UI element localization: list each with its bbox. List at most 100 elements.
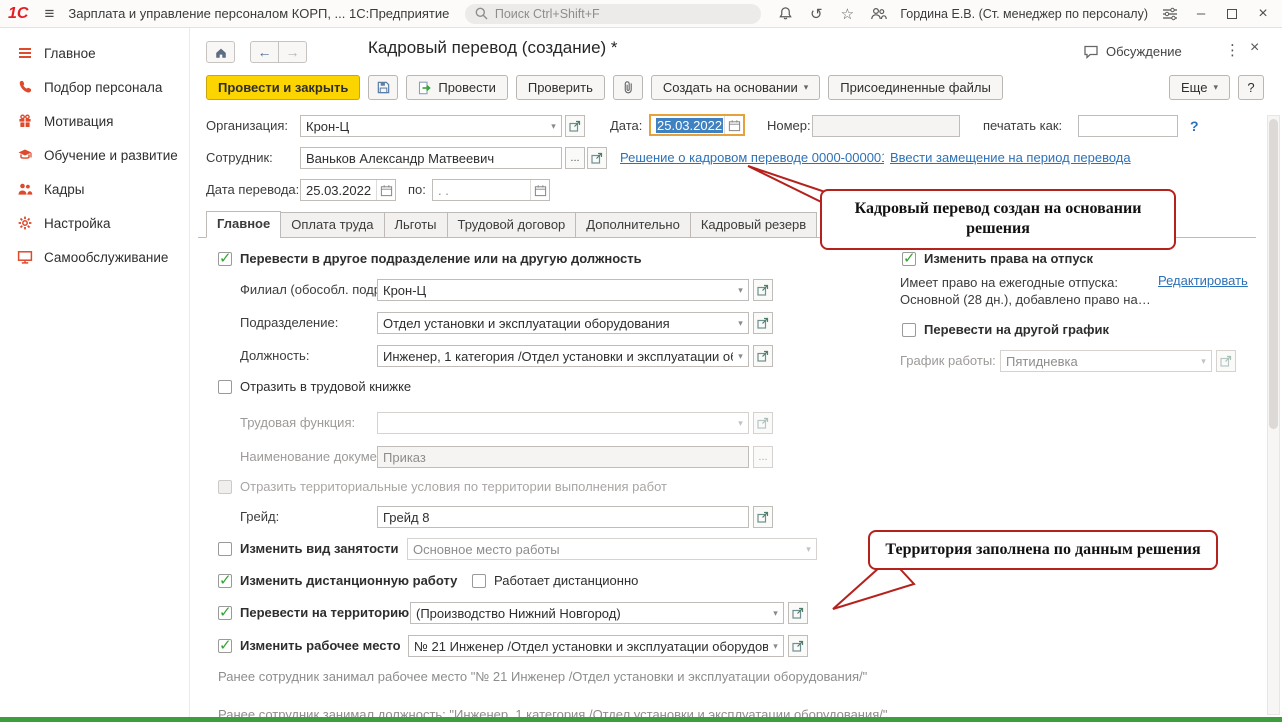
workplace-open-button[interactable] (788, 635, 808, 657)
transfer-date-field[interactable]: 25.03.2022 (300, 179, 396, 201)
forward-button[interactable]: → (278, 41, 307, 63)
territory-field[interactable]: (Производство Нижний Новгород) ▾ (410, 602, 784, 624)
open-icon (757, 350, 769, 362)
tab-reserve[interactable]: Кадровый резерв (689, 212, 818, 238)
attach-button[interactable] (612, 75, 643, 100)
open-icon (792, 640, 804, 652)
page-title: Кадровый перевод (создание) * (368, 38, 618, 57)
save-icon (377, 81, 390, 94)
date-field[interactable]: 25.03.2022 (649, 114, 745, 136)
tab-salary[interactable]: Оплата труда (280, 212, 385, 238)
sidebar-item-recruitment[interactable]: Подбор персонала (0, 70, 189, 104)
organization-field[interactable]: Крон-Ц ▾ (300, 115, 562, 137)
change-vacation-checkbox[interactable] (902, 249, 916, 267)
discussion-button[interactable]: Обсуждение (1083, 44, 1182, 59)
more-button[interactable]: Еще ▾ (1169, 75, 1230, 100)
edit-vacations-link[interactable]: Редактировать (1158, 272, 1248, 290)
attached-files-button[interactable]: Присоединенные файлы (828, 75, 1003, 100)
branch-label: Филиал (обособл. подр.): (240, 282, 393, 297)
transfer-date-to-field[interactable]: . . (432, 179, 550, 201)
settings-sliders-icon[interactable] (1161, 6, 1179, 22)
open-icon (792, 607, 804, 619)
tab-bar: Главное Оплата труда Льготы Трудовой дог… (206, 211, 818, 238)
change-schedule-checkbox[interactable] (902, 323, 916, 337)
users-icon[interactable] (869, 6, 887, 22)
grade-field[interactable]: Грейд 8 (377, 506, 749, 528)
post-button[interactable]: Провести (406, 75, 508, 100)
sidebar-item-settings[interactable]: Настройка (0, 206, 189, 240)
back-icon: ← (257, 44, 272, 60)
check-button[interactable]: Проверить (515, 75, 605, 100)
dropdown-icon[interactable]: ▾ (768, 641, 783, 652)
branch-open-button[interactable] (753, 279, 773, 301)
history-icon[interactable]: ↺ (807, 6, 825, 23)
branch-field[interactable]: Крон-Ц ▾ (377, 279, 749, 301)
department-field[interactable]: Отдел установки и эксплуатации оборудова… (377, 312, 749, 334)
workplace-field[interactable]: № 21 Инженер /Отдел установки и эксплуат… (408, 635, 784, 657)
save-button[interactable] (368, 75, 399, 100)
sidebar-item-motivation[interactable]: Мотивация (0, 104, 189, 138)
home-button[interactable] (206, 41, 235, 63)
tab-benefits[interactable]: Льготы (383, 212, 448, 238)
tab-additional[interactable]: Дополнительно (575, 212, 691, 238)
tab-main[interactable]: Главное (206, 211, 282, 238)
workbook-checkbox[interactable] (218, 380, 232, 394)
window-close-button[interactable]: × (1254, 5, 1272, 22)
print-as-field[interactable] (1078, 115, 1178, 137)
works-remotely-checkbox[interactable] (472, 574, 486, 588)
sidebar-item-label: Главное (44, 45, 96, 61)
employment-type-label: Изменить вид занятости (240, 541, 399, 556)
department-open-button[interactable] (753, 312, 773, 334)
workplace-checkbox[interactable] (218, 636, 232, 654)
main-menu-icon[interactable]: ≡ (42, 4, 68, 24)
sidebar-item-self-service[interactable]: Самообслуживание (0, 240, 189, 274)
dropdown-icon[interactable]: ▾ (733, 351, 748, 362)
territory-open-button[interactable] (788, 602, 808, 624)
dropdown-icon[interactable]: ▾ (733, 318, 748, 329)
window-maximize-button[interactable] (1223, 6, 1241, 22)
substitution-link[interactable]: Ввести замещение на период перевода (890, 147, 1131, 169)
position-field[interactable]: Инженер, 1 категория /Отдел установки и … (377, 345, 749, 367)
print-as-help-link[interactable]: ? (1190, 118, 1199, 134)
employee-label: Сотрудник: (206, 150, 273, 165)
window-minimize-button[interactable]: – (1192, 5, 1210, 22)
sidebar-item-label: Обучение и развитие (44, 147, 178, 163)
decision-link[interactable]: Решение о кадровом переводе 0000-000001 … (620, 147, 884, 169)
calendar-icon[interactable] (530, 180, 549, 200)
dropdown-icon[interactable]: ▾ (546, 121, 561, 132)
grade-open-button[interactable] (753, 506, 773, 528)
form-close-button[interactable]: × (1250, 39, 1259, 57)
help-button[interactable]: ? (1238, 75, 1264, 100)
paperclip-icon (625, 81, 633, 94)
dropdown-icon[interactable]: ▾ (768, 608, 783, 619)
territory-checkbox[interactable] (218, 603, 232, 621)
transfer-checkbox[interactable] (218, 249, 232, 267)
calendar-icon[interactable] (376, 180, 395, 200)
global-search-input[interactable]: Поиск Ctrl+Shift+F (464, 3, 761, 24)
favorites-star-icon[interactable]: ☆ (838, 6, 856, 23)
back-button[interactable]: ← (250, 41, 279, 63)
remote-work-checkbox[interactable] (218, 571, 232, 589)
employee-open-button[interactable] (587, 147, 607, 169)
scrollbar-thumb[interactable] (1269, 119, 1278, 429)
tab-contract[interactable]: Трудовой договор (446, 212, 577, 238)
more-menu-icon[interactable]: ⋮ (1225, 41, 1240, 59)
organization-open-button[interactable] (565, 115, 585, 137)
employee-choose-button[interactable]: ... (565, 147, 585, 169)
dropdown-icon[interactable]: ▾ (733, 285, 748, 296)
employment-type-checkbox[interactable] (218, 542, 232, 556)
gift-icon (16, 113, 34, 129)
calendar-icon[interactable] (724, 116, 743, 134)
create-based-on-label: Создать на основании (662, 80, 798, 95)
sidebar-item-main[interactable]: Главное (0, 36, 189, 70)
sidebar-item-hr[interactable]: Кадры (0, 172, 189, 206)
current-user[interactable]: Гордина Е.В. (Ст. менеджер по персоналу) (900, 7, 1148, 21)
position-open-button[interactable] (753, 345, 773, 367)
employee-field[interactable]: Ваньков Александр Матвеевич (300, 147, 562, 169)
notifications-bell-icon[interactable] (776, 6, 794, 22)
create-based-on-button[interactable]: Создать на основании ▾ (650, 75, 821, 100)
sidebar-item-training[interactable]: Обучение и развитие (0, 138, 189, 172)
post-and-close-button[interactable]: Провести и закрыть (206, 75, 361, 100)
vertical-scrollbar[interactable] (1267, 115, 1280, 715)
date-label: Дата: (610, 118, 643, 133)
